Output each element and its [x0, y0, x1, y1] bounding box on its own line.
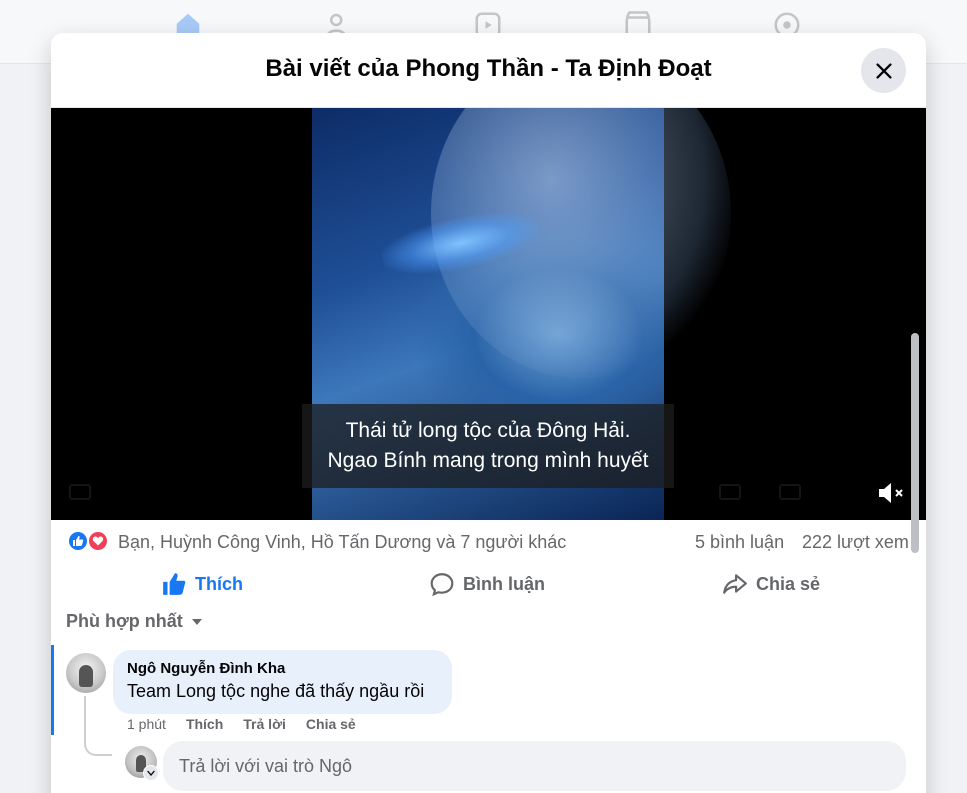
like-icon	[163, 573, 186, 595]
comment-sort-dropdown[interactable]: Phù hợp nhất	[66, 611, 203, 632]
avatar-figure	[79, 665, 93, 687]
like-label: Thích	[195, 573, 243, 594]
heart-icon	[92, 536, 104, 546]
sort-label: Phù hợp nhất	[66, 611, 183, 631]
chevron-down-icon	[147, 770, 155, 776]
love-reaction-icon[interactable]	[87, 530, 109, 552]
video-subtitle: Thái tử long tộc của Đông Hải. Ngao Bính…	[302, 404, 674, 488]
subtitle-line-2: Ngao Bính mang trong mình huyết	[327, 449, 649, 472]
mute-icon[interactable]	[877, 480, 907, 506]
comment-count[interactable]: 5 bình luận	[695, 532, 784, 553]
reaction-names[interactable]: Bạn, Huỳnh Công Vinh, Hồ Tấn Dương và 7 …	[118, 532, 566, 553]
play-control[interactable]	[69, 484, 91, 500]
comment-author[interactable]: Ngô Nguyễn Đình Kha	[127, 660, 438, 677]
modal-title: Bài viết của Phong Thần - Ta Định Đoạt	[265, 55, 712, 82]
share-label: Chia sẻ	[756, 573, 821, 594]
reply-input[interactable]	[163, 741, 906, 791]
share-icon	[723, 574, 747, 594]
comment-share-link[interactable]: Chia sẻ	[306, 716, 356, 732]
subtitle-line-1: Thái tử long tộc của Đông Hải.	[345, 419, 631, 442]
comment-bubble: Ngô Nguyễn Đình Kha Team Long tộc nghe đ…	[113, 650, 452, 714]
avatar[interactable]	[66, 653, 106, 693]
reply-thread-line	[84, 696, 112, 756]
comment-highlight-bar	[51, 645, 54, 735]
close-icon	[875, 62, 892, 79]
like-reaction-icon[interactable]	[67, 530, 89, 552]
comment-label: Bình luận	[463, 573, 545, 594]
comment-text: Team Long tộc nghe đã thấy ngầu rồi	[127, 681, 425, 701]
modal-header: Bài viết của Phong Thần - Ta Định Đoạt	[51, 33, 926, 108]
settings-control[interactable]	[719, 484, 741, 500]
profile-switch-button[interactable]	[143, 765, 159, 781]
thumbs-up-icon	[73, 536, 84, 546]
view-count: 222 lượt xem	[802, 532, 909, 552]
pip-control[interactable]	[779, 484, 801, 500]
scrollbar[interactable]	[911, 333, 919, 553]
post-modal: Bài viết của Phong Thần - Ta Định Đoạt T…	[51, 33, 926, 793]
video-player[interactable]: Thái tử long tộc của Đông Hải. Ngao Bính…	[51, 108, 926, 520]
comment-button[interactable]: Bình luận	[429, 563, 545, 605]
comment-icon	[430, 573, 454, 597]
like-button[interactable]: Thích	[161, 563, 243, 605]
comment-like-link[interactable]: Thích	[186, 716, 223, 732]
comment-time[interactable]: 1 phút	[127, 716, 166, 732]
chevron-down-icon	[191, 618, 202, 625]
close-button[interactable]	[861, 48, 906, 93]
post-stats: Bạn, Huỳnh Công Vinh, Hồ Tấn Dương và 7 …	[67, 528, 917, 556]
comment-reply-link[interactable]: Trả lời	[243, 716, 286, 732]
comment-meta: 1 phút Thích Trả lời Chia sẻ	[127, 716, 376, 732]
post-actions: Thích Bình luận Chia sẻ	[67, 563, 910, 605]
share-button[interactable]: Chia sẻ	[722, 563, 820, 605]
